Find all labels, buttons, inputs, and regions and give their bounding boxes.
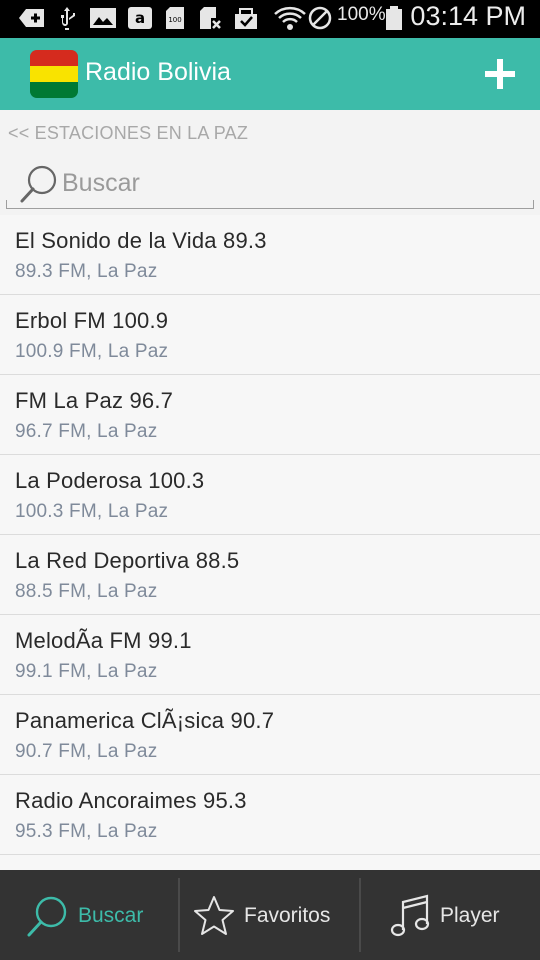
station-row[interactable]: FM La Paz 96.7 96.7 FM, La Paz — [0, 375, 540, 455]
search-icon — [20, 165, 57, 203]
music-note-icon — [390, 894, 430, 937]
wifi-icon — [274, 6, 306, 30]
nav-favorites-label: Favoritos — [244, 904, 331, 927]
station-name: La Red Deportiva 88.5 — [15, 548, 240, 573]
amazon-icon: a — [128, 7, 152, 29]
station-frequency: 88.5 FM, La Paz — [15, 581, 158, 602]
battery-percent: 100% — [337, 4, 386, 25]
usb-icon — [61, 7, 75, 30]
station-name: Radio Ancoraimes 95.3 — [15, 788, 247, 813]
station-frequency: 89.3 FM, La Paz — [15, 261, 158, 282]
station-name: FM La Paz 96.7 — [15, 388, 174, 413]
sim-icon — [200, 7, 221, 29]
add-station-button[interactable] — [482, 56, 518, 92]
station-name: El Sonido de la Vida 89.3 — [15, 228, 267, 253]
app-title: Radio Bolivia — [85, 58, 231, 86]
app-bar: Radio Bolivia — [0, 38, 540, 110]
svg-text:a: a — [135, 9, 145, 27]
station-frequency: 90.7 FM, La Paz — [15, 741, 158, 762]
station-row[interactable]: El Sonido de la Vida 89.3 89.3 FM, La Pa… — [0, 215, 540, 295]
battery-icon — [386, 6, 402, 30]
add-icon — [19, 9, 44, 27]
station-frequency: 100.3 FM, La Paz — [15, 501, 169, 522]
station-name: Panamerica ClÃ¡sica 90.7 — [15, 708, 275, 733]
station-frequency: 95.3 FM, La Paz — [15, 821, 158, 842]
plus-icon — [485, 59, 515, 89]
nav-favorites-tab[interactable]: Favoritos — [180, 870, 360, 960]
station-row[interactable]: La Poderosa 100.3 100.3 FM, La Paz — [0, 455, 540, 535]
station-row[interactable]: Radio Ancoraimes 95.3 95.3 FM, La Paz — [0, 775, 540, 855]
station-frequency: 99.1 FM, La Paz — [15, 661, 158, 682]
station-row[interactable] — [0, 855, 540, 870]
search-input[interactable] — [62, 166, 522, 200]
image-icon — [90, 8, 116, 28]
blocked-icon — [308, 6, 332, 30]
checklist-icon — [235, 8, 257, 29]
station-row[interactable]: La Red Deportiva 88.5 88.5 FM, La Paz — [0, 535, 540, 615]
station-frequency: 100.9 FM, La Paz — [15, 341, 169, 362]
search-bar — [6, 160, 534, 209]
nav-search-label: Buscar — [78, 904, 144, 927]
station-name: MelodÃ­a FM 99.1 — [15, 628, 192, 653]
nav-player-label: Player — [440, 904, 500, 927]
station-row[interactable]: Panamerica ClÃ¡sica 90.7 90.7 FM, La Paz — [0, 695, 540, 775]
station-name: Erbol FM 100.9 — [15, 308, 169, 333]
station-row[interactable]: Erbol FM 100.9 100.9 FM, La Paz — [0, 295, 540, 375]
bottom-nav: Buscar Favoritos Player — [0, 870, 540, 960]
nav-search-tab[interactable]: Buscar — [0, 870, 179, 960]
clock: 03:14 PM — [410, 1, 526, 31]
station-list: El Sonido de la Vida 89.3 89.3 FM, La Pa… — [0, 215, 540, 870]
back-to-stations-link[interactable]: << ESTACIONES EN LA PAZ — [8, 123, 248, 144]
status-bar: a 100 100% 03:14 PM — [0, 0, 540, 38]
search-icon — [27, 896, 67, 937]
station-row[interactable]: MelodÃ­a FM 99.1 99.1 FM, La Paz — [0, 615, 540, 695]
star-icon — [194, 896, 234, 935]
station-frequency: 96.7 FM, La Paz — [15, 421, 158, 442]
sd-card-icon: 100 — [166, 7, 184, 29]
bolivia-flag-icon — [30, 50, 78, 98]
station-name: La Poderosa 100.3 — [15, 468, 205, 493]
svg-text:100: 100 — [168, 16, 181, 24]
nav-player-tab[interactable]: Player — [361, 870, 540, 960]
